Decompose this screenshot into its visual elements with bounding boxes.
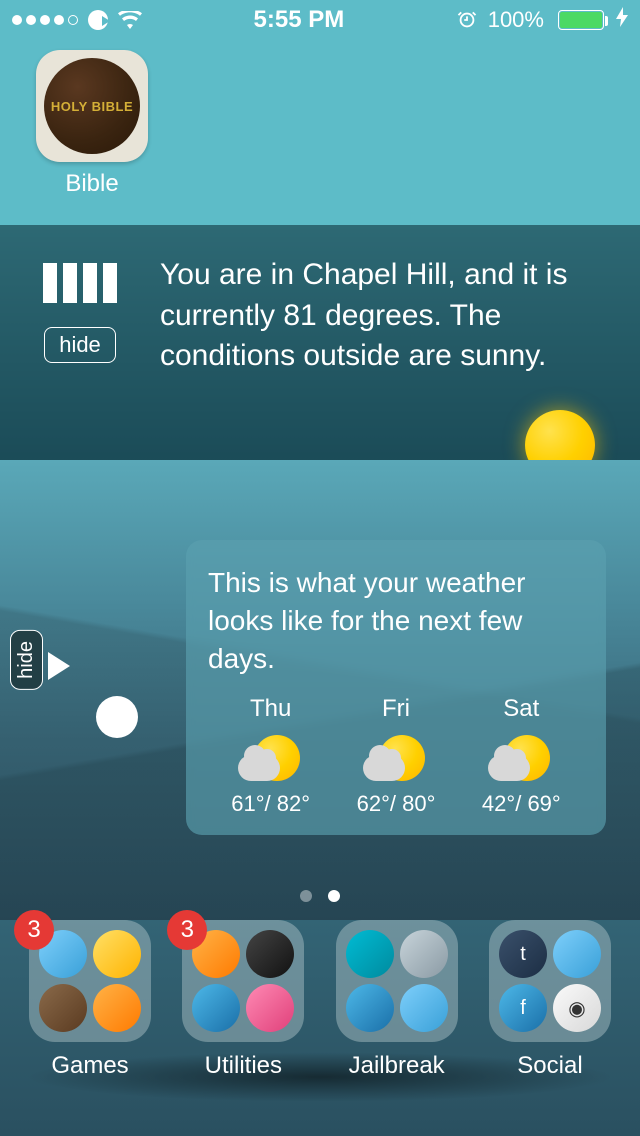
alarm-icon — [456, 9, 478, 31]
folder-label: Utilities — [205, 1052, 282, 1080]
dock: 3 Games 3 Utilities — [0, 920, 640, 1136]
folder-utilities[interactable]: 3 Utilities — [177, 920, 309, 1080]
forecast-days-row: Thu 61°/ 82° Fri 62°/ 80° Sat 42°/ 69° — [208, 695, 584, 817]
folder-label: Games — [51, 1052, 128, 1080]
battery-percentage: 100% — [488, 7, 544, 33]
weather-current-widget[interactable]: hide You are in Chapel Hill, and it is c… — [0, 225, 640, 460]
app-label: Bible — [36, 170, 148, 198]
battery-icon — [558, 10, 604, 30]
mini-app-icon — [400, 984, 448, 1032]
folder-label: Jailbreak — [349, 1052, 445, 1080]
carrier-icon — [88, 10, 108, 30]
forecast-day-temps: 62°/ 80° — [357, 791, 436, 817]
forecast-intro-text: This is what your weather looks like for… — [208, 564, 584, 677]
hide-tab-button[interactable]: hide — [10, 630, 43, 690]
mini-app-icon — [246, 984, 294, 1032]
forecast-card[interactable]: This is what your weather looks like for… — [186, 540, 606, 835]
folder-jailbreak[interactable]: Jailbreak — [331, 920, 463, 1080]
status-bar: 5:55 PM 100% — [0, 0, 640, 40]
folder-icon[interactable]: t f ◉ — [489, 920, 611, 1042]
mini-app-icon — [93, 930, 141, 978]
mini-app-icon — [246, 930, 294, 978]
mini-app-icon: t — [499, 930, 547, 978]
bible-icon: HOLY BIBLE — [44, 58, 140, 154]
partly-cloudy-icon — [236, 729, 306, 785]
forecast-section[interactable]: hide This is what your weather looks lik… — [0, 460, 640, 920]
mini-app-icon — [346, 930, 394, 978]
folder-social[interactable]: t f ◉ Social — [484, 920, 616, 1080]
callout-pointer-icon — [48, 652, 70, 680]
page-indicator[interactable] — [0, 890, 640, 902]
mini-app-icon: ◉ — [553, 984, 601, 1032]
signal-dots — [12, 15, 78, 25]
home-screen-page[interactable]: HOLY BIBLE Bible — [0, 40, 640, 225]
forecast-day: Sat 42°/ 69° — [482, 695, 561, 817]
forecast-day-name: Sat — [503, 695, 539, 723]
widget-logo-icon — [43, 263, 117, 303]
folder-games[interactable]: 3 Games — [24, 920, 156, 1080]
mini-app-icon — [346, 984, 394, 1032]
app-bible[interactable]: HOLY BIBLE Bible — [36, 50, 640, 198]
partly-cloudy-icon — [486, 729, 556, 785]
forecast-day-temps: 61°/ 82° — [231, 791, 310, 817]
forecast-day: Thu 61°/ 82° — [231, 695, 310, 817]
wifi-icon — [118, 11, 142, 29]
forecast-day-temps: 42°/ 69° — [482, 791, 561, 817]
callout-dot-icon — [96, 696, 138, 738]
notification-badge: 3 — [14, 910, 54, 950]
folder-icon[interactable] — [336, 920, 458, 1042]
page-dot-active[interactable] — [328, 890, 340, 902]
mini-app-icon: f — [499, 984, 547, 1032]
forecast-day-name: Thu — [250, 695, 291, 723]
charging-icon — [616, 7, 628, 33]
forecast-day-name: Fri — [382, 695, 410, 723]
mini-app-icon — [93, 984, 141, 1032]
partly-cloudy-icon — [361, 729, 431, 785]
status-right: 100% — [456, 7, 628, 33]
mini-app-icon — [553, 930, 601, 978]
widget-controls: hide — [30, 255, 130, 440]
app-icon[interactable]: HOLY BIBLE — [36, 50, 148, 162]
mini-app-icon — [192, 984, 240, 1032]
hide-button[interactable]: hide — [44, 327, 116, 363]
status-time: 5:55 PM — [254, 6, 345, 34]
weather-summary-text: You are in Chapel Hill, and it is curren… — [160, 255, 610, 440]
page-dot[interactable] — [300, 890, 312, 902]
forecast-day: Fri 62°/ 80° — [357, 695, 436, 817]
status-left — [12, 10, 142, 30]
folder-label: Social — [517, 1052, 582, 1080]
mini-app-icon — [39, 984, 87, 1032]
mini-app-icon — [400, 930, 448, 978]
